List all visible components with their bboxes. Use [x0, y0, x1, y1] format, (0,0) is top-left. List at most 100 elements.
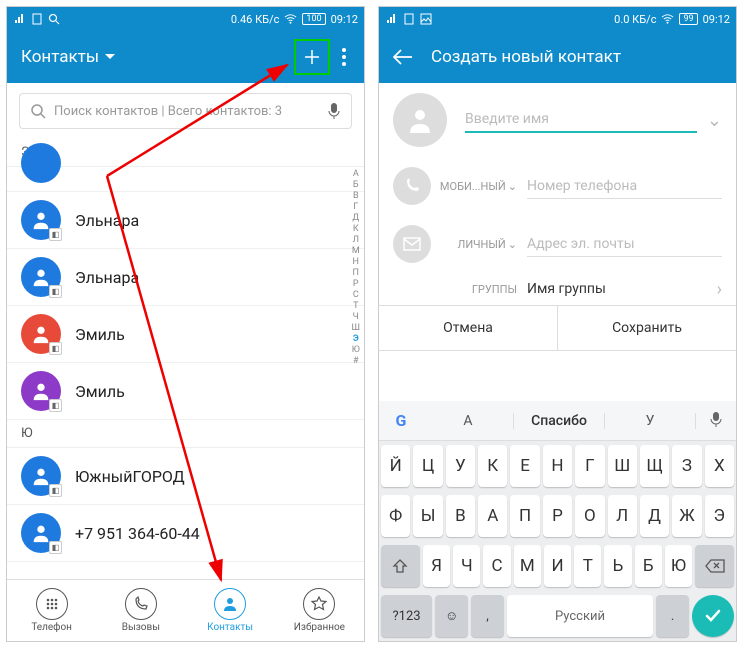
search-icon: [30, 103, 46, 119]
mic-button[interactable]: [696, 411, 736, 431]
backspace-key[interactable]: [695, 545, 734, 587]
gallery-icon: [419, 13, 432, 26]
key-Ы[interactable]: Ы: [413, 495, 442, 537]
contact-name: Эмиль: [75, 325, 125, 344]
clock: 09:12: [331, 13, 358, 26]
contact-row[interactable]: ◧Эльнара: [7, 192, 364, 249]
key-С[interactable]: С: [483, 545, 510, 587]
key-З[interactable]: З: [672, 445, 701, 487]
email-input[interactable]: Адрес эл. почты: [527, 232, 722, 257]
save-button[interactable]: Сохранить: [557, 306, 736, 350]
key-Ч[interactable]: Ч: [453, 545, 480, 587]
contact-row[interactable]: ◧ ЮжныйГОРОД: [7, 448, 364, 505]
cancel-button[interactable]: Отмена: [379, 306, 557, 350]
alphabet-index[interactable]: AБВГДКЛМНПРСТЧШЭЮ#: [352, 169, 360, 367]
key-Ю[interactable]: Ю: [665, 545, 692, 587]
key-А[interactable]: А: [478, 495, 507, 537]
avatar-placeholder[interactable]: [393, 93, 447, 147]
more-menu-button[interactable]: [338, 48, 350, 66]
suggestion-bar: G А Спасибо У: [379, 401, 736, 441]
name-input[interactable]: Введите имя: [465, 107, 697, 133]
key-Ж[interactable]: Ж: [672, 495, 701, 537]
avatar: ◧: [21, 371, 61, 411]
key-Й[interactable]: Й: [381, 445, 410, 487]
bottom-nav: Телефон Вызовы Контакты Избранное: [7, 579, 364, 641]
space-key[interactable]: Русский: [507, 595, 653, 637]
contact-row[interactable]: ◧Эмиль: [7, 306, 364, 363]
key-Х[interactable]: Х: [705, 445, 734, 487]
key-Ф[interactable]: Ф: [381, 495, 410, 537]
section-header: Ю: [7, 420, 364, 448]
email-field-row: ЛИЧНЫЙ⌄ Адрес эл. почты: [379, 215, 736, 273]
plus-icon: [302, 47, 322, 67]
key-Т[interactable]: Т: [574, 545, 601, 587]
add-contact-button[interactable]: [294, 39, 330, 75]
dialpad-icon: [44, 596, 60, 612]
key-В[interactable]: В: [446, 495, 475, 537]
comma-key[interactable]: ,: [471, 595, 504, 637]
enter-key[interactable]: [692, 595, 734, 637]
key-П[interactable]: П: [510, 495, 539, 537]
key-Щ[interactable]: Щ: [640, 445, 669, 487]
numbers-key[interactable]: ?123: [381, 595, 432, 637]
key-К[interactable]: К: [478, 445, 507, 487]
contact-row[interactable]: ◧ Эльнара: [7, 249, 364, 306]
status-bar: 0.46 КБ/с 100 09:12: [7, 7, 364, 31]
key-Л[interactable]: Л: [608, 495, 637, 537]
battery-icon: 99: [679, 13, 697, 25]
key-Е[interactable]: Е: [510, 445, 539, 487]
name-field-row: Введите имя ⌄: [379, 83, 736, 157]
group-label: ГРУППЫ: [441, 283, 517, 296]
group-input[interactable]: Имя группы: [527, 277, 707, 301]
nav-phone[interactable]: Телефон: [7, 580, 96, 641]
key-Б[interactable]: Б: [635, 545, 662, 587]
contact-row[interactable]: ◧+7 951 364-60-44: [7, 505, 364, 562]
key-Ь[interactable]: Ь: [604, 545, 631, 587]
google-icon[interactable]: G: [379, 411, 423, 430]
phone-right: 0.0 КБ/с 99 09:12 Создать новый контакт …: [378, 6, 737, 642]
signal-icon: [385, 13, 398, 26]
search-input[interactable]: Поиск контактов | Всего контактов: 3: [19, 93, 352, 129]
back-button[interactable]: [393, 49, 413, 65]
contact-name: +7 951 364-60-44: [75, 524, 200, 543]
sim-icon: [30, 13, 43, 26]
suggestion[interactable]: А: [423, 413, 514, 429]
contact-name: Эльнара: [75, 268, 139, 287]
key-Я[interactable]: Я: [423, 545, 450, 587]
key-Р[interactable]: Р: [543, 495, 572, 537]
key-И[interactable]: И: [544, 545, 571, 587]
avatar: ◧: [21, 456, 61, 496]
key-М[interactable]: М: [514, 545, 541, 587]
phone-type-icon: [393, 167, 431, 205]
phone-type-dropdown[interactable]: МОБИ...НЫЙ⌄: [441, 180, 517, 193]
key-О[interactable]: О: [575, 495, 604, 537]
period-key[interactable]: .: [656, 595, 689, 637]
email-type-dropdown[interactable]: ЛИЧНЫЙ⌄: [441, 238, 517, 251]
expand-button[interactable]: ⌄: [707, 110, 722, 131]
key-Э[interactable]: Э: [705, 495, 734, 537]
group-chevron-icon[interactable]: ›: [717, 279, 722, 300]
mic-icon[interactable]: [327, 102, 341, 120]
emoji-key[interactable]: ☺: [435, 595, 468, 637]
suggestion[interactable]: У: [605, 413, 696, 429]
header-dropdown[interactable]: Контакты: [21, 47, 115, 67]
shift-key[interactable]: [381, 545, 420, 587]
signal-icon: [13, 13, 26, 26]
contact-row[interactable]: [7, 135, 364, 192]
key-Ш[interactable]: Ш: [608, 445, 637, 487]
search-status-icon: [47, 13, 60, 26]
nav-favorites[interactable]: Избранное: [275, 580, 364, 641]
key-Г[interactable]: Г: [575, 445, 604, 487]
avatar: ◧: [21, 257, 61, 297]
nav-calls[interactable]: Вызовы: [96, 580, 185, 641]
key-Н[interactable]: Н: [543, 445, 572, 487]
suggestion[interactable]: Спасибо: [514, 413, 605, 429]
key-У[interactable]: У: [446, 445, 475, 487]
contact-row[interactable]: ◧Эмиль: [7, 363, 364, 420]
key-Д[interactable]: Д: [640, 495, 669, 537]
nav-contacts[interactable]: Контакты: [186, 580, 275, 641]
phone-input[interactable]: Номер телефона: [527, 174, 722, 199]
phone-field-row: МОБИ...НЫЙ⌄ Номер телефона: [379, 157, 736, 215]
contact-name: ЮжныйГОРОД: [75, 467, 185, 486]
key-Ц[interactable]: Ц: [413, 445, 442, 487]
